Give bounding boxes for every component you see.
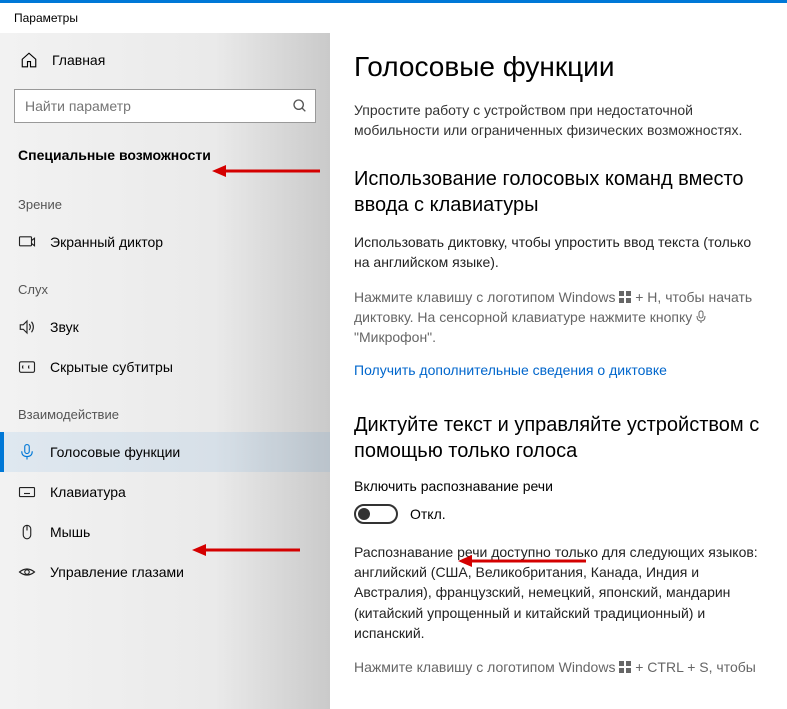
nav-narrator[interactable]: Экранный диктор — [0, 222, 330, 262]
page-description: Упростите работу с устройством при недос… — [354, 101, 763, 140]
search-box — [14, 89, 316, 123]
speech-recognition-label: Включить распознавание речи — [354, 478, 763, 494]
category-header: Специальные возможности — [0, 137, 330, 177]
search-icon[interactable] — [292, 98, 308, 114]
speech-recognition-state: Откл. — [410, 506, 446, 522]
nav-mouse[interactable]: Мышь — [0, 512, 330, 552]
home-icon — [20, 51, 38, 69]
nav-item-label: Управление глазами — [50, 564, 184, 580]
dictation-learn-more-link[interactable]: Получить дополнительные сведения о дикто… — [354, 362, 667, 378]
content-area: Голосовые функции Упростите работу с уст… — [330, 33, 787, 709]
search-input[interactable] — [14, 89, 316, 123]
microphone-icon — [18, 443, 36, 461]
nav-item-label: Экранный диктор — [50, 234, 163, 250]
nav-speech[interactable]: Голосовые функции — [0, 432, 330, 472]
nav-eye-control[interactable]: Управление глазами — [0, 552, 330, 592]
nav-item-label: Мышь — [50, 524, 90, 540]
nav-home[interactable]: Главная — [0, 41, 330, 79]
section-voice-control-title: Диктуйте текст и управляйте устройством … — [354, 412, 763, 464]
nav-item-label: Звук — [50, 319, 79, 335]
nav-item-label: Голосовые функции — [50, 444, 180, 460]
captions-icon — [18, 358, 36, 376]
windows-key-icon — [619, 291, 631, 303]
speech-recognition-toggle[interactable] — [354, 504, 398, 524]
group-label-hearing: Слух — [0, 262, 330, 307]
nav-sound[interactable]: Звук — [0, 307, 330, 347]
group-label-interaction: Взаимодействие — [0, 387, 330, 432]
speech-recognition-toggle-row: Откл. — [354, 504, 763, 524]
speech-shortcut-hint: Нажмите клавишу с логотипом Windows + CT… — [354, 657, 763, 677]
group-label-vision: Зрение — [0, 177, 330, 222]
microphone-inline-icon — [696, 310, 706, 324]
nav-item-label: Скрытые субтитры — [50, 359, 173, 375]
section-dictation-title: Использование голосовых команд вместо вв… — [354, 166, 763, 218]
sidebar: Главная Специальные возможности Зрение Э… — [0, 33, 330, 709]
languages-note: Распознавание речи доступно только для с… — [354, 542, 763, 643]
nav-item-label: Клавиатура — [50, 484, 126, 500]
sound-icon — [18, 318, 36, 336]
window-title: Параметры — [0, 3, 787, 33]
windows-key-icon — [619, 661, 631, 673]
narrator-icon — [18, 233, 36, 251]
section-dictation-hint: Нажмите клавишу с логотипом Windows + H,… — [354, 287, 763, 348]
section-dictation-body: Использовать диктовку, чтобы упростить в… — [354, 232, 763, 273]
nav-captions[interactable]: Скрытые субтитры — [0, 347, 330, 387]
nav-home-label: Главная — [52, 52, 105, 68]
eye-icon — [18, 563, 36, 581]
nav-keyboard[interactable]: Клавиатура — [0, 472, 330, 512]
page-title: Голосовые функции — [354, 51, 763, 83]
keyboard-icon — [18, 483, 36, 501]
mouse-icon — [18, 523, 36, 541]
